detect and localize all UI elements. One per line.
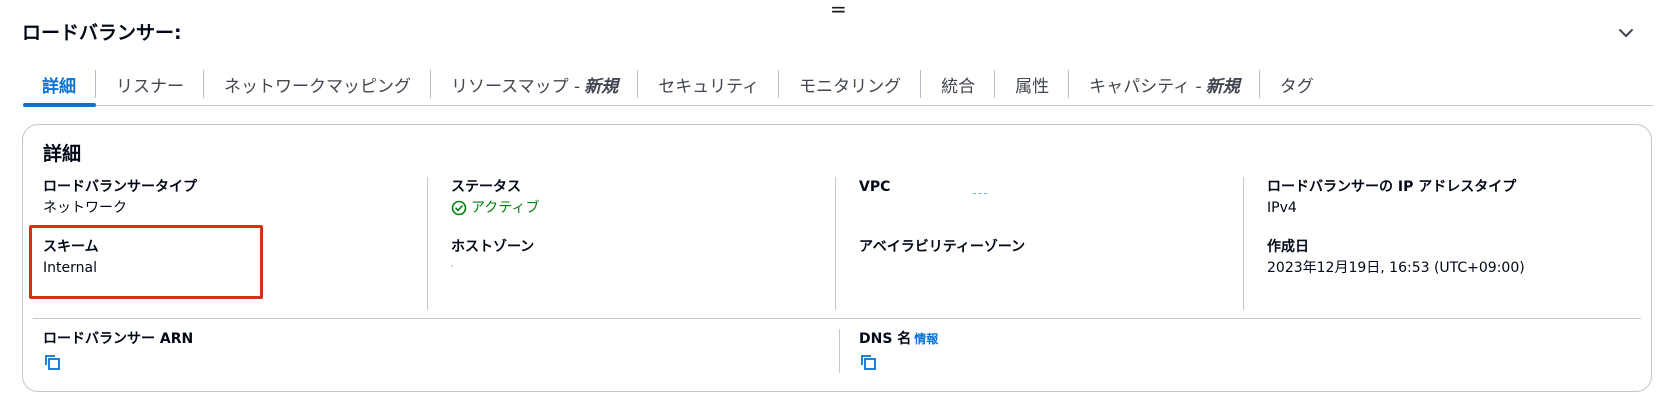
vpc-label: VPC <box>859 179 891 195</box>
details-column-2: ステータス アクティブ ホストゾーン <box>451 177 831 309</box>
tab-integrations[interactable]: 統合 <box>921 64 996 106</box>
tab-attributes[interactable]: 属性 <box>995 64 1070 106</box>
details-column-4: ロードバランサーの IP アドレスタイプ IPv4 作成日 2023年12月19… <box>1267 177 1647 309</box>
status-value: アクティブ <box>471 200 540 216</box>
chevron-down-icon[interactable] <box>1615 22 1637 44</box>
arn-field: ロードバランサー ARN <box>43 329 193 371</box>
tab-label: セキュリティ <box>658 77 760 97</box>
column-divider <box>1243 177 1244 310</box>
hosted-zone-value <box>451 265 453 267</box>
lb-type-value: ネットワーク <box>43 200 127 216</box>
copy-icon[interactable] <box>43 353 61 371</box>
tab-details[interactable]: 詳細 <box>23 64 96 107</box>
az-label: アベイラビリティーゾーン <box>859 239 1026 255</box>
vpc-link[interactable] <box>973 193 987 195</box>
details-column-3: VPC アベイラビリティーゾーン <box>859 177 1239 309</box>
tab-label: タグ <box>1279 77 1314 97</box>
tab-network-mapping[interactable]: ネットワークマッピング <box>204 64 431 106</box>
card-title: 詳細 <box>43 143 82 165</box>
arn-label: ロードバランサー ARN <box>43 331 194 347</box>
tab-tags[interactable]: タグ <box>1260 64 1334 106</box>
hosted-zone-label: ホストゾーン <box>451 239 535 255</box>
tab-label: 詳細 <box>42 77 76 97</box>
status-field: ステータス アクティブ <box>451 177 831 219</box>
scheme-highlight-annotation <box>29 225 263 299</box>
created-field: 作成日 2023年12月19日, 16:53 (UTC+09:00) <box>1267 237 1647 279</box>
lb-type-label: ロードバランサータイプ <box>43 179 197 195</box>
tab-label: 属性 <box>1015 77 1050 97</box>
tab-label: モニタリング <box>799 77 902 97</box>
hosted-zone-field: ホストゾーン <box>451 237 831 267</box>
dns-field: DNS 名情報 <box>859 329 938 371</box>
created-label: 作成日 <box>1267 239 1309 255</box>
panel-resize-handle[interactable]: = <box>830 0 847 19</box>
column-divider <box>427 177 428 310</box>
status-badge: アクティブ <box>451 197 831 219</box>
details-card: 詳細 ロードバランサータイプ ネットワーク スキーム Internal ステータ… <box>22 124 1652 392</box>
new-badge: 新規 <box>584 77 619 97</box>
tab-monitoring[interactable]: モニタリング <box>779 64 922 106</box>
info-link[interactable]: 情報 <box>914 332 938 346</box>
section-divider <box>33 318 1641 319</box>
tab-bar: 詳細 リスナー ネットワークマッピング リソースマップ - 新規 セキュリティ … <box>23 64 1653 107</box>
section-header: ロードバランサー: <box>22 18 1637 48</box>
tab-label: ネットワークマッピング <box>224 77 411 97</box>
new-badge: 新規 <box>1205 77 1240 97</box>
status-label: ステータス <box>451 179 521 195</box>
tab-label: リソースマップ - <box>451 77 581 97</box>
az-field: アベイラビリティーゾーン <box>859 237 1239 257</box>
created-value: 2023年12月19日, 16:53 (UTC+09:00) <box>1267 260 1525 276</box>
page-title: ロードバランサー: <box>22 22 182 44</box>
tab-capacity[interactable]: キャパシティ - 新規 <box>1069 64 1260 106</box>
ip-type-label: ロードバランサーの IP アドレスタイプ <box>1267 179 1517 195</box>
tab-label: 統合 <box>941 77 976 97</box>
tab-resource-map[interactable]: リソースマップ - 新規 <box>431 64 639 106</box>
vpc-field: VPC <box>859 177 1239 219</box>
tab-security[interactable]: セキュリティ <box>638 64 780 106</box>
tab-label: リスナー <box>116 77 184 97</box>
lb-type-field: ロードバランサータイプ ネットワーク <box>43 177 423 219</box>
tab-label: キャパシティ - <box>1089 77 1202 97</box>
check-circle-icon <box>451 200 467 216</box>
ip-type-field: ロードバランサーの IP アドレスタイプ IPv4 <box>1267 177 1647 219</box>
copy-icon[interactable] <box>859 353 877 371</box>
ip-type-value: IPv4 <box>1267 200 1297 216</box>
tab-listeners[interactable]: リスナー <box>96 64 204 106</box>
column-divider <box>839 329 840 373</box>
dns-label: DNS 名 <box>859 331 912 347</box>
column-divider <box>835 177 836 310</box>
